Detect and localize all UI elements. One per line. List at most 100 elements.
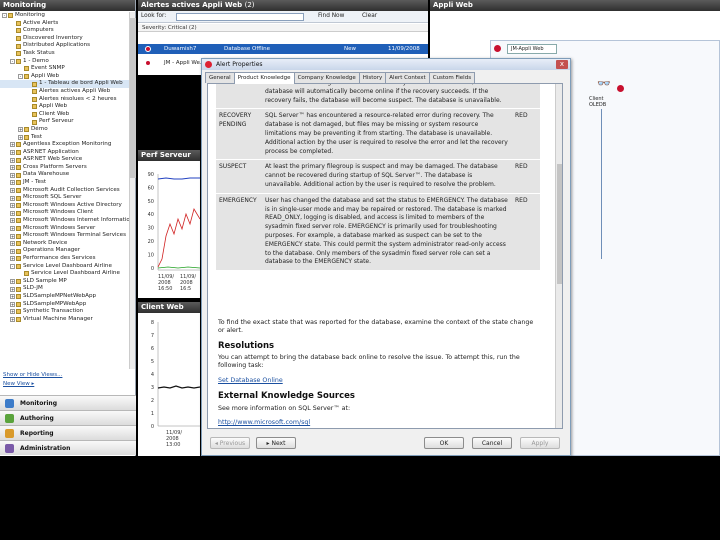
tree-item[interactable]: Client Web xyxy=(0,111,130,119)
set-database-online-link[interactable]: Set Database Online xyxy=(218,377,283,384)
tree-item[interactable]: Task Status xyxy=(0,50,130,58)
tree-item[interactable]: 1 - Tableau de bord Appli Web xyxy=(0,80,130,88)
expand-icon[interactable]: + xyxy=(10,210,15,216)
expand-icon[interactable]: + xyxy=(10,142,15,148)
tree-item[interactable]: + Data Warehouse xyxy=(0,171,130,179)
apply-button[interactable]: Apply xyxy=(520,437,560,449)
expand-icon[interactable]: + xyxy=(10,180,15,186)
content-scrollbar[interactable] xyxy=(555,84,562,428)
expand-icon[interactable]: + xyxy=(10,172,15,178)
expand-icon[interactable]: + xyxy=(10,203,15,209)
tree-item[interactable]: + SLDSampleMPWebApp xyxy=(0,301,130,309)
next-button[interactable]: ▸ Next xyxy=(256,437,296,449)
ok-button[interactable]: OK xyxy=(424,437,464,449)
tree-item[interactable]: Event SNMP xyxy=(0,65,130,73)
tree-item[interactable]: - Appli Web xyxy=(0,73,130,81)
tree-scrollbar-thumb[interactable] xyxy=(130,18,136,178)
expand-icon[interactable]: + xyxy=(10,286,15,292)
wunderbar-reporting-button[interactable]: Reporting xyxy=(0,425,136,440)
tree-item[interactable]: + Microsoft Windows Server xyxy=(0,225,130,233)
tree-item[interactable]: + Network Device xyxy=(0,240,130,248)
collapse-icon[interactable]: - xyxy=(2,13,7,19)
tab-general[interactable]: General xyxy=(205,72,235,83)
tree-item[interactable]: + Microsoft Windows Terminal Services xyxy=(0,232,130,240)
collapse-icon[interactable]: - xyxy=(18,74,23,80)
tree-item[interactable]: Computers xyxy=(0,27,130,35)
tree-item[interactable]: + Test xyxy=(0,134,130,142)
expand-icon[interactable]: + xyxy=(18,134,23,140)
expand-icon[interactable]: + xyxy=(10,218,15,224)
expand-icon[interactable]: + xyxy=(10,301,15,307)
collapse-icon[interactable]: - xyxy=(10,58,15,64)
expand-icon[interactable]: + xyxy=(10,187,15,193)
tree-item[interactable]: + Synthetic Transaction xyxy=(0,308,130,316)
tab-product-knowledge[interactable]: Product Knowledge xyxy=(233,72,295,84)
expand-icon[interactable]: + xyxy=(10,233,15,239)
look-for-input[interactable] xyxy=(176,13,304,21)
tree-item[interactable]: Alertes actives Appli Web xyxy=(0,88,130,96)
clear-button[interactable]: Clear xyxy=(362,13,377,19)
tab-custom-fields[interactable]: Custom Fields xyxy=(428,72,476,83)
tab-company-knowledge[interactable]: Company Knowledge xyxy=(293,72,360,83)
expand-icon[interactable]: + xyxy=(10,165,15,171)
tree-item[interactable]: + ASP.NET Application xyxy=(0,149,130,157)
tree-item[interactable]: Service Level Dashboard Airline xyxy=(0,270,130,278)
expand-icon[interactable]: + xyxy=(10,195,15,201)
tree-item[interactable]: + Démo xyxy=(0,126,130,134)
tree-item[interactable]: + Microsoft Windows Internet Information xyxy=(0,217,130,225)
expand-icon[interactable]: + xyxy=(18,127,23,133)
severity-group-header[interactable]: Severity: Critical (2) xyxy=(138,24,428,32)
tree-item[interactable]: Perf Serveur xyxy=(0,118,130,126)
expand-icon[interactable]: + xyxy=(10,225,15,231)
tree-item[interactable]: Appli Web xyxy=(0,103,130,111)
show-hide-views-link[interactable]: Show or Hide Views... xyxy=(3,372,62,378)
expand-icon[interactable]: + xyxy=(10,294,15,300)
find-now-button[interactable]: Find Now xyxy=(318,13,344,19)
tree-item[interactable]: Alertes résolues < 2 heures xyxy=(0,96,130,104)
tree-scrollbar[interactable] xyxy=(129,12,136,369)
alert-row[interactable]: Duwamish7 Database Offline New 11/09/200… xyxy=(138,44,428,54)
tree-item[interactable]: - Service Level Dashboard Airline xyxy=(0,263,130,271)
wunderbar-monitoring-button[interactable]: Monitoring xyxy=(0,395,136,410)
tree-item[interactable]: + ASP.NET Web Service xyxy=(0,156,130,164)
expand-icon[interactable]: + xyxy=(10,248,15,254)
expand-icon[interactable]: + xyxy=(10,241,15,247)
tree-item[interactable]: + Performance des Services xyxy=(0,255,130,263)
wunderbar-administration-button[interactable]: Administration xyxy=(0,440,136,455)
wunderbar-authoring-button[interactable]: Authoring xyxy=(0,410,136,425)
expand-icon[interactable]: + xyxy=(10,279,15,285)
content-scrollbar-thumb[interactable] xyxy=(557,164,562,284)
expand-icon[interactable]: + xyxy=(10,157,15,163)
expand-icon[interactable]: + xyxy=(10,317,15,323)
tree-item[interactable]: + Microsoft Windows Active Directory xyxy=(0,202,130,210)
close-button[interactable]: x xyxy=(556,60,568,69)
tree-item[interactable]: + Microsoft SQL Server xyxy=(0,194,130,202)
expand-icon xyxy=(10,51,15,56)
tree-item[interactable]: Discovered Inventory xyxy=(0,35,130,43)
sql-server-link[interactable]: http://www.microsoft.com/sql xyxy=(218,419,310,426)
tree-item[interactable]: + Microsoft Windows Client xyxy=(0,209,130,217)
tree-item[interactable]: - 1 - Demo xyxy=(0,58,130,66)
tree-item[interactable]: + SLD Sample MP xyxy=(0,278,130,286)
tree-item[interactable]: + Microsoft Audit Collection Services xyxy=(0,187,130,195)
tab-history[interactable]: History xyxy=(358,72,387,83)
tree-item[interactable]: + Virtual Machine Manager xyxy=(0,316,130,324)
tree-item[interactable]: + Cross Platform Servers xyxy=(0,164,130,172)
tree-item[interactable]: Distributed Applications xyxy=(0,42,130,50)
tree-item[interactable]: Active Alerts xyxy=(0,20,130,28)
expand-icon[interactable]: + xyxy=(10,256,15,262)
expand-icon[interactable]: + xyxy=(10,309,15,315)
cancel-button[interactable]: Cancel xyxy=(472,437,512,449)
appli-web-node[interactable]: JM-Appli Web xyxy=(507,44,557,54)
new-view-link[interactable]: New View ▸ xyxy=(3,381,34,387)
tree-item[interactable]: + Operations Manager xyxy=(0,247,130,255)
tree-item[interactable]: + SLDSampleMPNetWebApp xyxy=(0,293,130,301)
previous-button[interactable]: ◂ Previous xyxy=(210,437,250,449)
tree-item[interactable]: - Monitoring xyxy=(0,12,130,20)
tree-item[interactable]: + JM - Test xyxy=(0,179,130,187)
collapse-icon[interactable]: - xyxy=(10,263,15,269)
tree-item[interactable]: + Agentless Exception Monitoring xyxy=(0,141,130,149)
tree-item[interactable]: + SLD-JM xyxy=(0,285,130,293)
expand-icon[interactable]: + xyxy=(10,149,15,155)
tab-alert-context[interactable]: Alert Context xyxy=(385,72,430,83)
